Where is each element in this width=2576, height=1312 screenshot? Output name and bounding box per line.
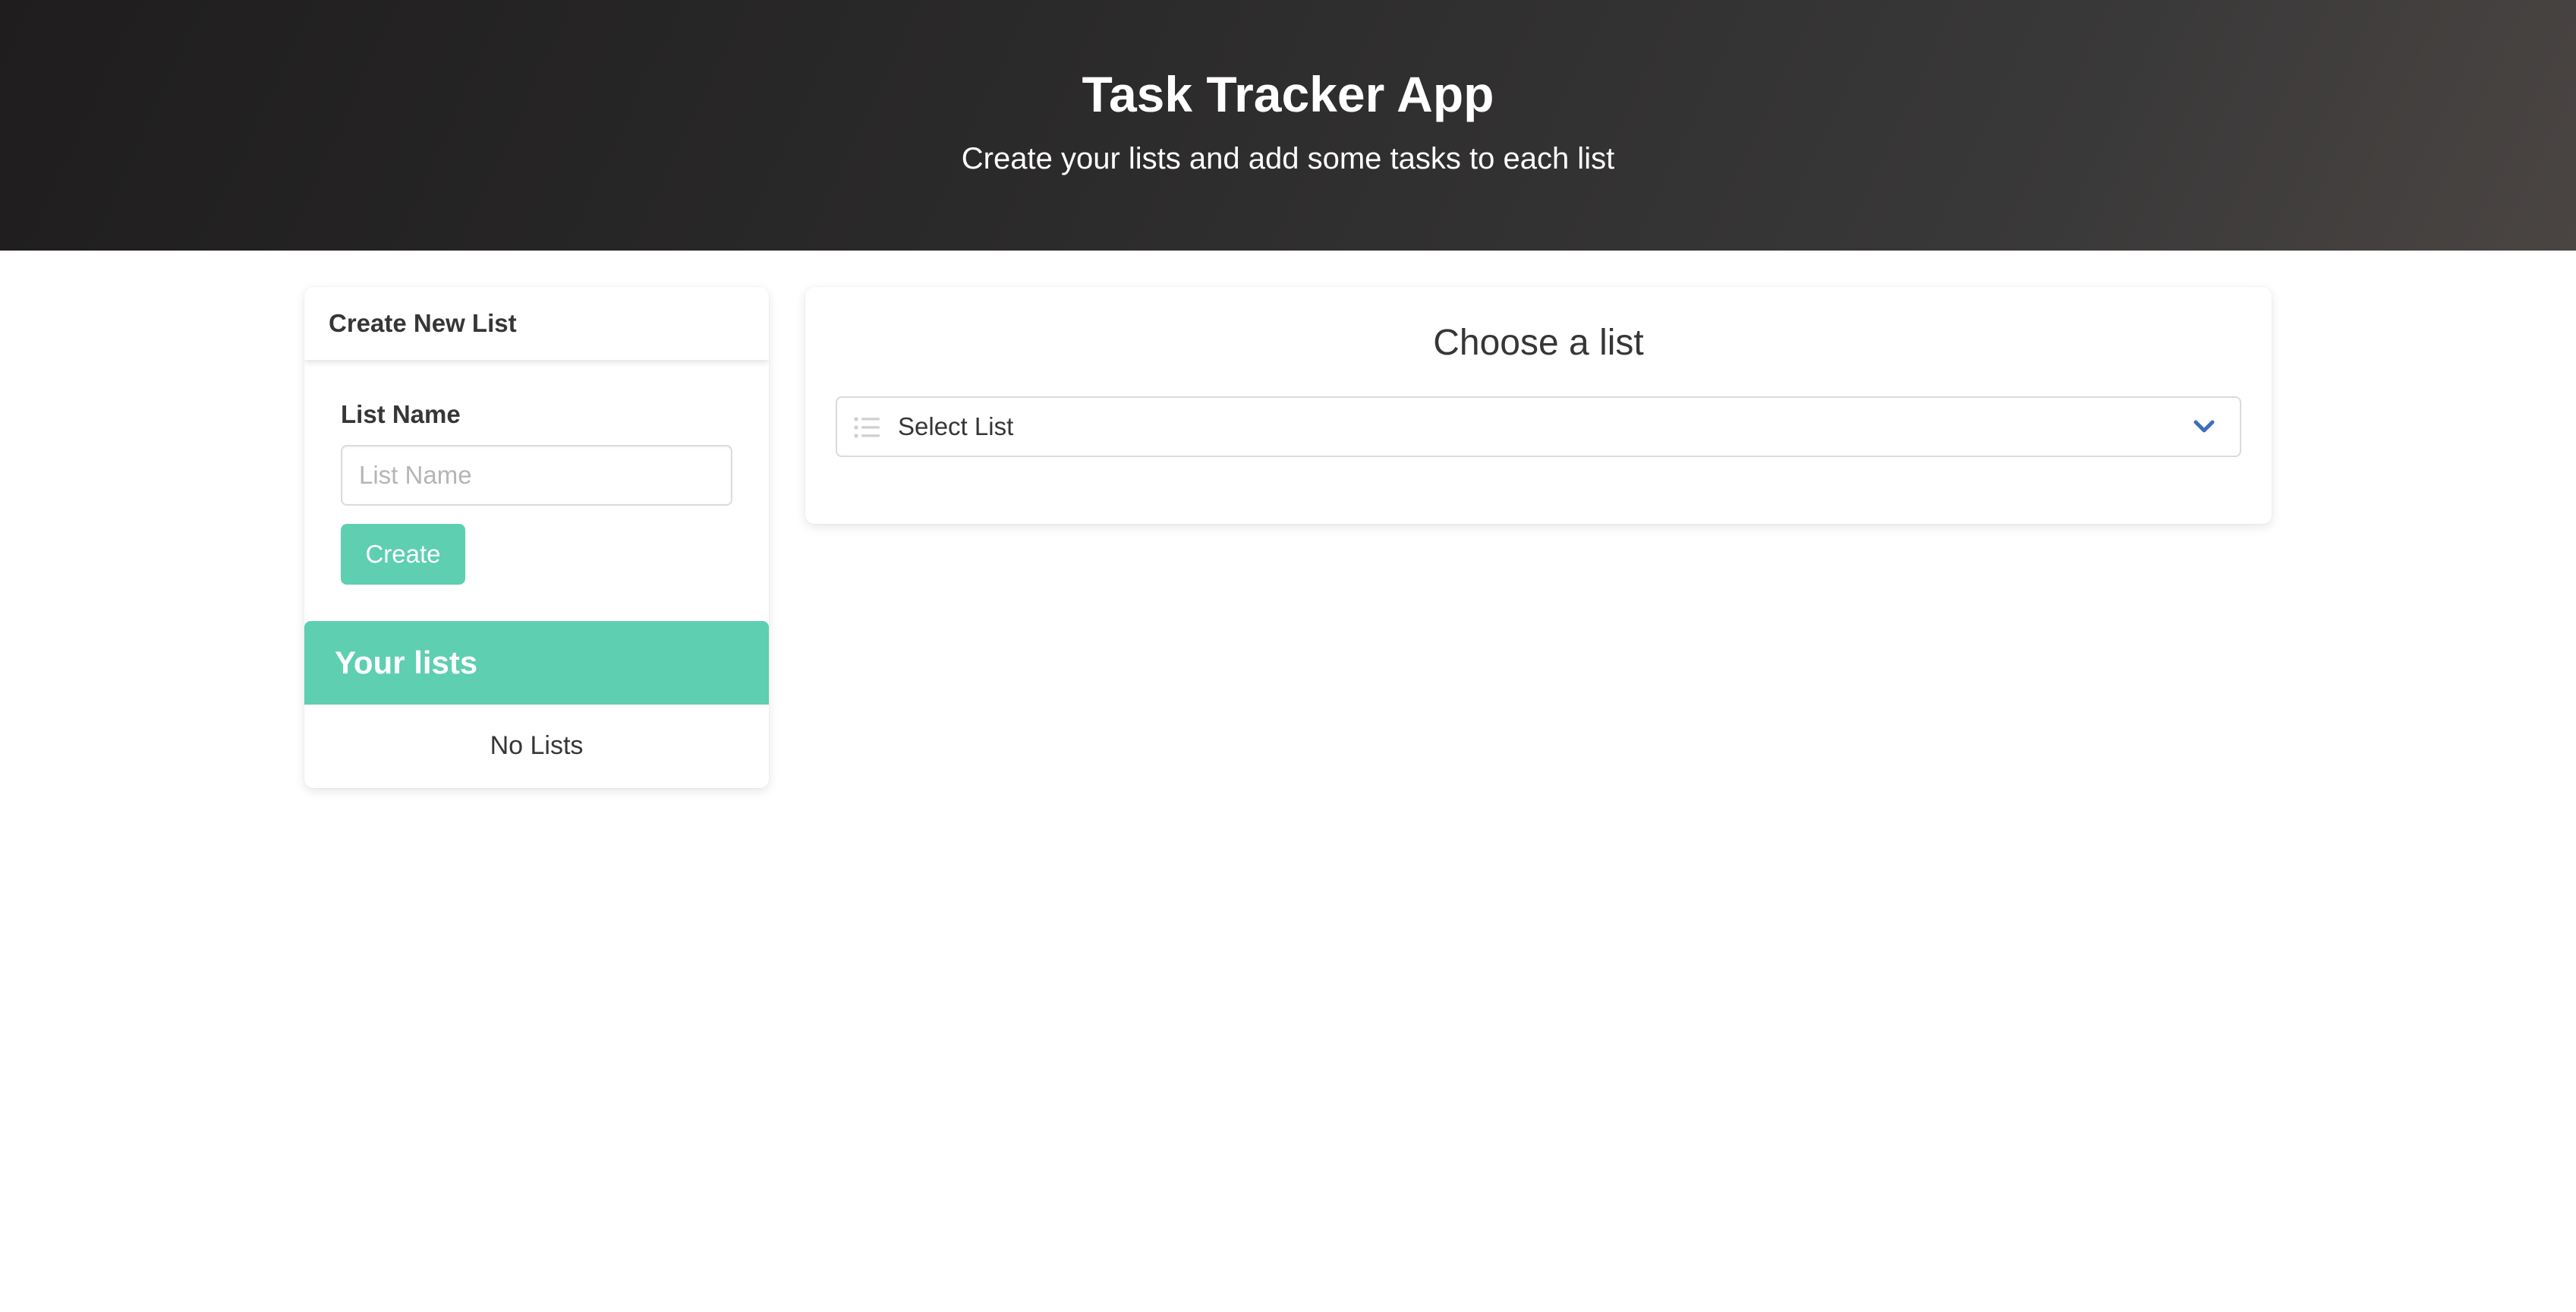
create-button[interactable]: Create	[341, 524, 465, 585]
chevron-down-icon	[2193, 418, 2215, 436]
list-icon	[854, 416, 881, 439]
create-list-panel: Create New List List Name Create Your li…	[304, 287, 769, 788]
empty-lists-message: No Lists	[490, 731, 584, 760]
select-value: Select List	[898, 412, 1014, 440]
your-lists-header: Your lists	[304, 621, 769, 705]
create-list-title: Create New List	[329, 309, 517, 337]
app-subtitle: Create your lists and add some tasks to …	[961, 142, 1615, 175]
your-lists-title: Your lists	[335, 645, 478, 680]
list-name-input[interactable]	[341, 445, 732, 506]
choose-list-title: Choose a list	[1433, 323, 1644, 363]
create-list-header: Create New List	[304, 287, 769, 360]
app-title: Task Tracker App	[1082, 66, 1494, 122]
hero-banner: Task Tracker App Create your lists and a…	[0, 0, 2576, 251]
list-select[interactable]: Select List	[836, 396, 2241, 457]
list-name-label: List Name	[341, 400, 461, 428]
choose-list-panel: Choose a list Select List	[805, 287, 2272, 524]
